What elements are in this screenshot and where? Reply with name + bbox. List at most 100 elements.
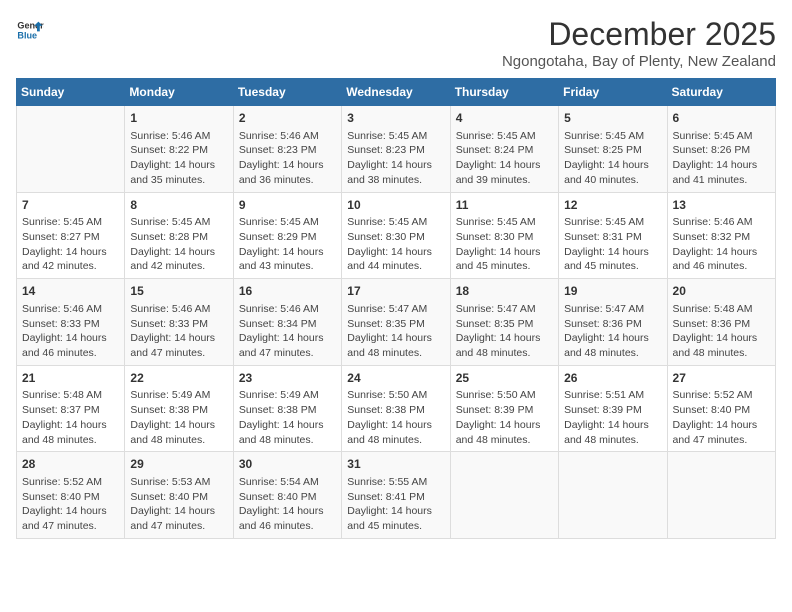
day-header-thursday: Thursday <box>450 79 558 106</box>
day-info: Sunrise: 5:46 AM Sunset: 8:22 PM Dayligh… <box>130 129 227 188</box>
calendar-cell: 4 Sunrise: 5:45 AM Sunset: 8:24 PM Daylig… <box>450 106 558 193</box>
calendar-cell: 1 Sunrise: 5:46 AM Sunset: 8:22 PM Daylig… <box>125 106 233 193</box>
day-number: 23 <box>239 370 336 387</box>
logo: General Blue <box>16 16 44 44</box>
month-title: December 2025 <box>502 16 776 53</box>
day-number: 6 <box>673 110 770 127</box>
calendar-cell: 5Sunrise: 5:45 AM Sunset: 8:25 PM Daylig… <box>559 106 667 193</box>
day-number: 26 <box>564 370 661 387</box>
day-info: Sunrise: 5:49 AM Sunset: 8:38 PM Dayligh… <box>130 388 227 447</box>
calendar-cell: 15 Sunrise: 5:46 AM Sunset: 8:33 PM Dayli… <box>125 279 233 366</box>
day-number: 22 <box>130 370 227 387</box>
day-info: Sunrise: 5:46 AM Sunset: 8:33 PM Dayligh… <box>130 302 227 361</box>
day-info: Sunrise: 5:45 AM Sunset: 8:27 PM Dayligh… <box>22 215 119 274</box>
calendar-cell <box>17 106 125 193</box>
day-info: Sunrise: 5:50 AM Sunset: 8:38 PM Dayligh… <box>347 388 444 447</box>
day-number: 20 <box>673 283 770 300</box>
calendar-cell <box>559 452 667 539</box>
day-header-sunday: Sunday <box>17 79 125 106</box>
calendar-cell: 26Sunrise: 5:51 AM Sunset: 8:39 PM Dayli… <box>559 365 667 452</box>
day-info: Sunrise: 5:45 AM Sunset: 8:26 PM Dayligh… <box>673 129 770 188</box>
day-info: Sunrise: 5:47 AM Sunset: 8:36 PM Dayligh… <box>564 302 661 361</box>
calendar-cell: 8Sunrise: 5:45 AM Sunset: 8:28 PM Daylig… <box>125 192 233 279</box>
calendar-cell: 21Sunrise: 5:48 AM Sunset: 8:37 PM Dayli… <box>17 365 125 452</box>
day-number: 5 <box>564 110 661 127</box>
calendar-cell: 7Sunrise: 5:45 AM Sunset: 8:27 PM Daylig… <box>17 192 125 279</box>
day-info: Sunrise: 5:45 AM Sunset: 8:30 PM Dayligh… <box>456 215 553 274</box>
day-info: Sunrise: 5:54 AM Sunset: 8:40 PM Dayligh… <box>239 475 336 534</box>
week-row-1: 1 Sunrise: 5:46 AM Sunset: 8:22 PM Daylig… <box>17 106 776 193</box>
day-info: Sunrise: 5:55 AM Sunset: 8:41 PM Dayligh… <box>347 475 444 534</box>
day-number: 14 <box>22 283 119 300</box>
svg-text:Blue: Blue <box>17 30 37 40</box>
day-info: Sunrise: 5:51 AM Sunset: 8:39 PM Dayligh… <box>564 388 661 447</box>
calendar-cell: 6 Sunrise: 5:45 AM Sunset: 8:26 PM Daylig… <box>667 106 775 193</box>
calendar-cell: 23Sunrise: 5:49 AM Sunset: 8:38 PM Dayli… <box>233 365 341 452</box>
day-number: 2 <box>239 110 336 127</box>
calendar-cell <box>450 452 558 539</box>
day-info: Sunrise: 5:45 AM Sunset: 8:24 PM Dayligh… <box>456 129 553 188</box>
day-header-tuesday: Tuesday <box>233 79 341 106</box>
week-row-5: 28 Sunrise: 5:52 AM Sunset: 8:40 PM Dayli… <box>17 452 776 539</box>
week-row-4: 21Sunrise: 5:48 AM Sunset: 8:37 PM Dayli… <box>17 365 776 452</box>
day-number: 8 <box>130 197 227 214</box>
day-info: Sunrise: 5:50 AM Sunset: 8:39 PM Dayligh… <box>456 388 553 447</box>
calendar-cell: 13Sunrise: 5:46 AM Sunset: 8:32 PM Dayli… <box>667 192 775 279</box>
day-info: Sunrise: 5:47 AM Sunset: 8:35 PM Dayligh… <box>347 302 444 361</box>
location-title: Ngongotaha, Bay of Plenty, New Zealand <box>502 53 776 70</box>
logo-icon: General Blue <box>16 16 44 44</box>
day-number: 25 <box>456 370 553 387</box>
week-row-2: 7Sunrise: 5:45 AM Sunset: 8:27 PM Daylig… <box>17 192 776 279</box>
calendar-cell: 31Sunrise: 5:55 AM Sunset: 8:41 PM Dayli… <box>342 452 450 539</box>
calendar-cell: 27Sunrise: 5:52 AM Sunset: 8:40 PM Dayli… <box>667 365 775 452</box>
calendar-cell: 10Sunrise: 5:45 AM Sunset: 8:30 PM Dayli… <box>342 192 450 279</box>
calendar-cell: 12Sunrise: 5:45 AM Sunset: 8:31 PM Dayli… <box>559 192 667 279</box>
calendar-cell: 25Sunrise: 5:50 AM Sunset: 8:39 PM Dayli… <box>450 365 558 452</box>
calendar-cell: 11Sunrise: 5:45 AM Sunset: 8:30 PM Dayli… <box>450 192 558 279</box>
day-number: 15 <box>130 283 227 300</box>
day-info: Sunrise: 5:46 AM Sunset: 8:33 PM Dayligh… <box>22 302 119 361</box>
calendar-cell: 20 Sunrise: 5:48 AM Sunset: 8:36 PM Dayli… <box>667 279 775 366</box>
day-number: 7 <box>22 197 119 214</box>
day-header-friday: Friday <box>559 79 667 106</box>
calendar-cell: 28 Sunrise: 5:52 AM Sunset: 8:40 PM Dayli… <box>17 452 125 539</box>
day-info: Sunrise: 5:48 AM Sunset: 8:37 PM Dayligh… <box>22 388 119 447</box>
calendar-cell: 30 Sunrise: 5:54 AM Sunset: 8:40 PM Dayli… <box>233 452 341 539</box>
day-number: 16 <box>239 283 336 300</box>
day-number: 9 <box>239 197 336 214</box>
day-info: Sunrise: 5:49 AM Sunset: 8:38 PM Dayligh… <box>239 388 336 447</box>
day-info: Sunrise: 5:45 AM Sunset: 8:30 PM Dayligh… <box>347 215 444 274</box>
calendar-cell: 22Sunrise: 5:49 AM Sunset: 8:38 PM Dayli… <box>125 365 233 452</box>
day-info: Sunrise: 5:47 AM Sunset: 8:35 PM Dayligh… <box>456 302 553 361</box>
day-number: 12 <box>564 197 661 214</box>
calendar-cell: 3 Sunrise: 5:45 AM Sunset: 8:23 PM Daylig… <box>342 106 450 193</box>
day-info: Sunrise: 5:46 AM Sunset: 8:23 PM Dayligh… <box>239 129 336 188</box>
day-header-monday: Monday <box>125 79 233 106</box>
day-info: Sunrise: 5:48 AM Sunset: 8:36 PM Dayligh… <box>673 302 770 361</box>
week-row-3: 14 Sunrise: 5:46 AM Sunset: 8:33 PM Dayli… <box>17 279 776 366</box>
day-info: Sunrise: 5:52 AM Sunset: 8:40 PM Dayligh… <box>22 475 119 534</box>
day-header-wednesday: Wednesday <box>342 79 450 106</box>
day-number: 13 <box>673 197 770 214</box>
day-header-saturday: Saturday <box>667 79 775 106</box>
calendar-cell: 18Sunrise: 5:47 AM Sunset: 8:35 PM Dayli… <box>450 279 558 366</box>
day-number: 21 <box>22 370 119 387</box>
day-number: 11 <box>456 197 553 214</box>
day-number: 30 <box>239 456 336 473</box>
day-number: 4 <box>456 110 553 127</box>
calendar-cell: 19Sunrise: 5:47 AM Sunset: 8:36 PM Dayli… <box>559 279 667 366</box>
day-number: 3 <box>347 110 444 127</box>
calendar-cell <box>667 452 775 539</box>
calendar-cell: 2 Sunrise: 5:46 AM Sunset: 8:23 PM Daylig… <box>233 106 341 193</box>
day-number: 27 <box>673 370 770 387</box>
day-number: 10 <box>347 197 444 214</box>
calendar-cell: 29Sunrise: 5:53 AM Sunset: 8:40 PM Dayli… <box>125 452 233 539</box>
day-info: Sunrise: 5:46 AM Sunset: 8:32 PM Dayligh… <box>673 215 770 274</box>
day-number: 28 <box>22 456 119 473</box>
day-info: Sunrise: 5:45 AM Sunset: 8:23 PM Dayligh… <box>347 129 444 188</box>
day-number: 1 <box>130 110 227 127</box>
header: General Blue December 2025 Ngongotaha, B… <box>16 16 776 70</box>
day-number: 24 <box>347 370 444 387</box>
day-info: Sunrise: 5:53 AM Sunset: 8:40 PM Dayligh… <box>130 475 227 534</box>
calendar-table: SundayMondayTuesdayWednesdayThursdayFrid… <box>16 78 776 539</box>
